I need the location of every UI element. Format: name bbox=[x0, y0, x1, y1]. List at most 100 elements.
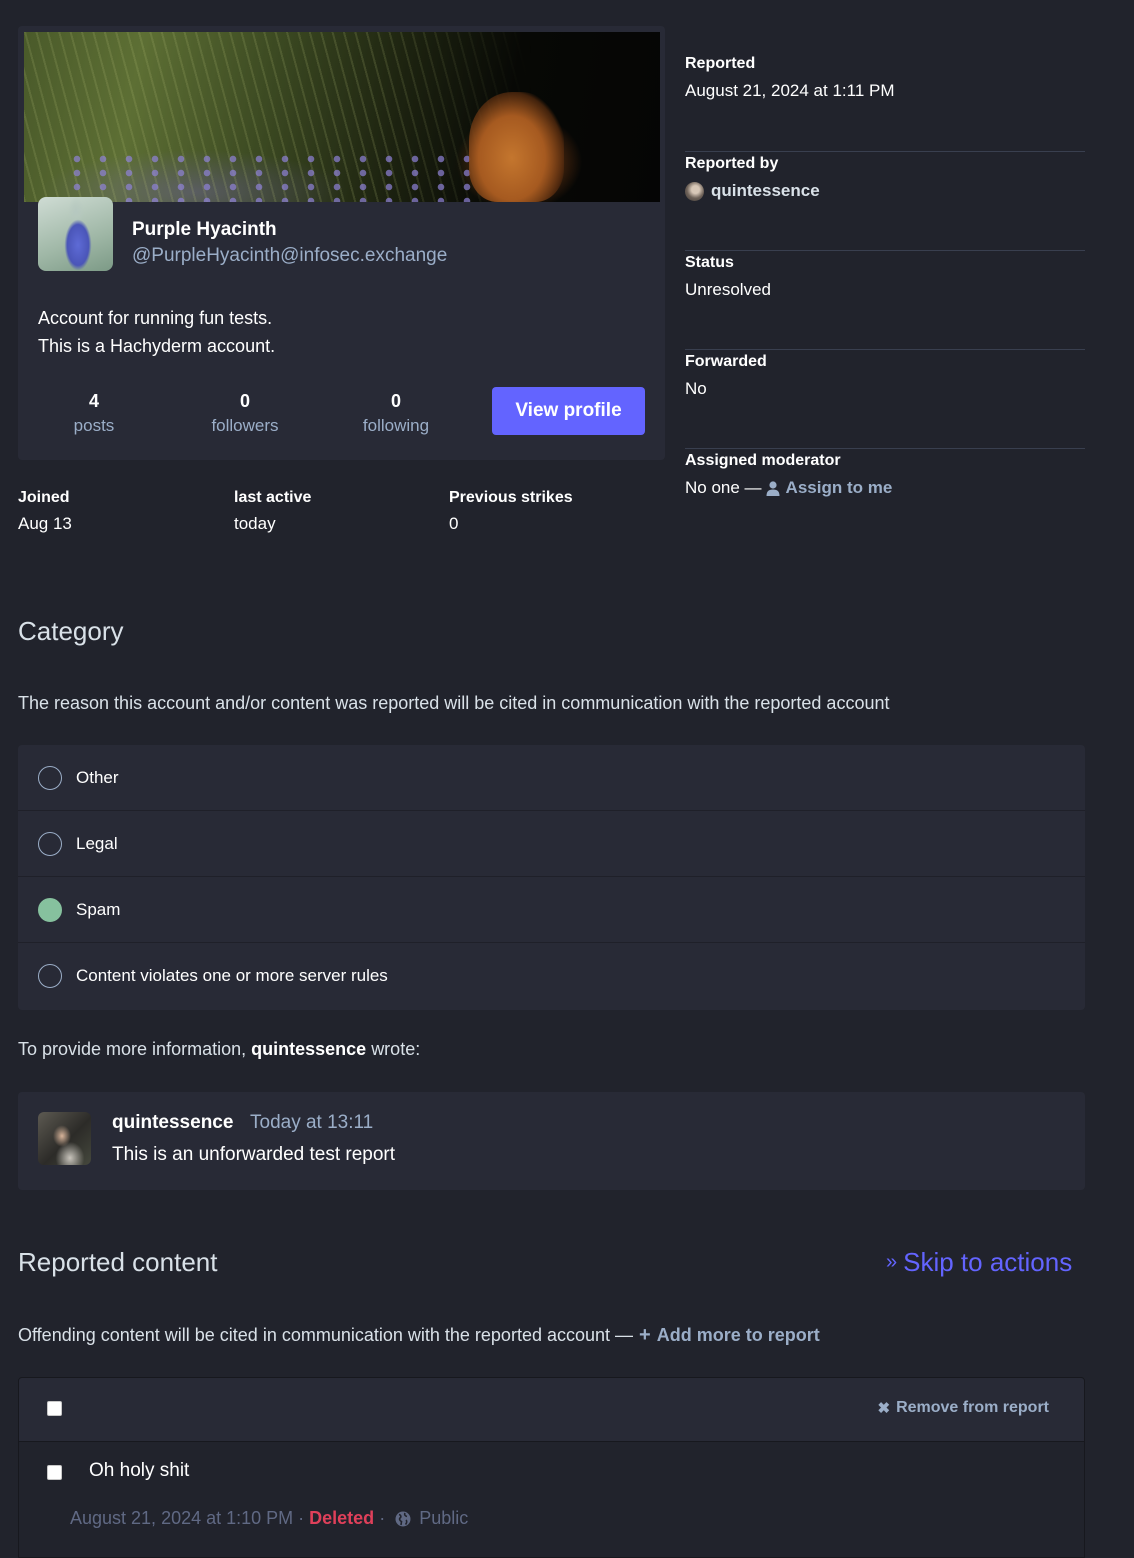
separator: · bbox=[379, 1508, 386, 1528]
comment-avatar[interactable] bbox=[38, 1112, 91, 1165]
meta-label: Previous strikes bbox=[449, 489, 573, 506]
offending-description: Offending content will be cited in commu… bbox=[18, 1324, 820, 1347]
radio-button-checked[interactable] bbox=[38, 897, 62, 922]
account-avatar[interactable] bbox=[38, 197, 113, 271]
info-reported-by: Reported by quintessence bbox=[685, 152, 1085, 251]
comment-intro-prefix: To provide more information, bbox=[18, 1039, 247, 1059]
assigned-moderator-value: No one — bbox=[685, 478, 762, 497]
comment-author[interactable]: quintessence bbox=[112, 1112, 233, 1134]
category-label: Legal bbox=[76, 833, 118, 853]
radio-button[interactable] bbox=[38, 831, 62, 856]
view-profile-button[interactable]: View profile bbox=[492, 387, 645, 435]
report-info: Reported August 21, 2024 at 1:11 PM Repo… bbox=[685, 52, 1085, 549]
reported-content-title: Reported content bbox=[18, 1247, 218, 1277]
category-description: The reason this account and/or content w… bbox=[18, 693, 890, 713]
comment-time: Today at 13:11 bbox=[250, 1112, 374, 1133]
bio-line: This is a Hachyderm account. bbox=[38, 336, 276, 356]
status-checkbox[interactable] bbox=[47, 1465, 62, 1480]
meta-label: last active bbox=[234, 489, 312, 506]
info-value: Unresolved bbox=[685, 280, 771, 299]
reporter-link[interactable]: quintessence bbox=[711, 176, 820, 206]
comment-intro-author: quintessence bbox=[251, 1039, 367, 1059]
category-option-spam[interactable]: Spam bbox=[18, 877, 1085, 943]
assign-to-me-link[interactable]: Assign to me bbox=[762, 473, 893, 503]
report-page: Purple Hyacinth @PurpleHyacinth@infosec.… bbox=[0, 0, 1134, 1558]
info-value: August 21, 2024 at 1:11 PM bbox=[685, 81, 895, 100]
meta-value: Aug 13 bbox=[18, 514, 72, 533]
radio-button[interactable] bbox=[38, 765, 62, 790]
meta-joined: Joined Aug 13 bbox=[18, 487, 72, 539]
meta-value: today bbox=[234, 514, 276, 533]
category-option-legal[interactable]: Legal bbox=[18, 811, 1085, 877]
meta-label: Joined bbox=[18, 489, 70, 506]
info-label: Assigned moderator bbox=[685, 452, 841, 469]
stat-value: 0 bbox=[239, 391, 250, 411]
skip-to-actions-link[interactable]: » Skip to actions bbox=[886, 1247, 1072, 1278]
add-more-to-report-link[interactable]: + Add more to report bbox=[639, 1324, 820, 1347]
status-date-link[interactable]: August 21, 2024 at 1:10 PM bbox=[70, 1508, 293, 1529]
info-value: No one — Assign to me bbox=[685, 473, 1085, 503]
stat-label: followers bbox=[211, 416, 279, 435]
stat-following: 0 following bbox=[320, 389, 472, 439]
meta-previous-strikes: Previous strikes 0 bbox=[449, 487, 573, 539]
plus-icon: + bbox=[639, 1324, 651, 1346]
stat-label: following bbox=[362, 416, 430, 435]
skip-to-actions-label: Skip to actions bbox=[903, 1247, 1073, 1277]
info-value: No bbox=[685, 379, 707, 398]
category-label: Other bbox=[76, 767, 119, 787]
comment-text: This is an unforwarded test report bbox=[112, 1144, 396, 1165]
status-row: Oh holy shit bbox=[19, 1442, 1084, 1557]
stat-value: 0 bbox=[390, 391, 401, 411]
category-option-violation[interactable]: Content violates one or more server rule… bbox=[18, 943, 1085, 1009]
status-content: Oh holy shit bbox=[89, 1460, 190, 1481]
double-chevron-down-icon: » bbox=[886, 1251, 898, 1273]
stat-value: 4 bbox=[88, 391, 99, 411]
stat-followers: 0 followers bbox=[169, 389, 321, 439]
reporter-avatar[interactable] bbox=[685, 181, 704, 201]
reported-statuses-table: ✖ Remove from report Oh holy shit bbox=[18, 1377, 1085, 1558]
table-header: ✖ Remove from report bbox=[19, 1378, 1084, 1442]
select-all-checkbox[interactable] bbox=[47, 1401, 62, 1416]
user-icon bbox=[766, 480, 780, 496]
radio-button[interactable] bbox=[38, 964, 62, 988]
stat-label: posts bbox=[73, 416, 115, 435]
bio-line: Account for running fun tests. bbox=[38, 308, 273, 328]
category-label: Content violates one or more server rule… bbox=[76, 966, 388, 985]
info-value: quintessence bbox=[685, 176, 1085, 206]
close-icon: ✖ bbox=[877, 1400, 891, 1417]
account-handle[interactable]: @PurpleHyacinth@infosec.exchange bbox=[132, 245, 447, 267]
account-card: Purple Hyacinth @PurpleHyacinth@infosec.… bbox=[18, 26, 665, 460]
visibility-label: Public bbox=[419, 1508, 469, 1528]
stat-posts: 4 posts bbox=[18, 389, 170, 439]
category-option-other[interactable]: Other bbox=[18, 745, 1085, 811]
info-reported: Reported August 21, 2024 at 1:11 PM bbox=[685, 52, 1085, 152]
meta-last-active: last active today bbox=[234, 487, 311, 539]
remove-from-report-button[interactable]: ✖ Remove from report bbox=[878, 1399, 1050, 1417]
status-meta: August 21, 2024 at 1:10 PM · Deleted · P… bbox=[70, 1508, 468, 1529]
remove-from-report-label: Remove from report bbox=[896, 1399, 1049, 1416]
info-label: Status bbox=[685, 254, 734, 271]
info-label: Reported bbox=[685, 55, 756, 72]
info-forwarded: Forwarded No bbox=[685, 350, 1085, 449]
comment-intro-suffix: wrote: bbox=[371, 1039, 421, 1059]
header-fox bbox=[469, 92, 564, 202]
globe-icon bbox=[395, 1511, 411, 1526]
report-comment: quintessence Today at 13:11 This is an u… bbox=[18, 1092, 1085, 1190]
account-display-name[interactable]: Purple Hyacinth bbox=[132, 219, 277, 241]
meta-value: 0 bbox=[449, 514, 459, 533]
info-assigned-moderator: Assigned moderator No one — Assign to me bbox=[685, 449, 1085, 549]
add-more-label: Add more to report bbox=[656, 1325, 820, 1345]
separator: · bbox=[298, 1508, 305, 1528]
category-title: Category bbox=[18, 616, 124, 646]
info-status: Status Unresolved bbox=[685, 251, 1085, 350]
info-label: Reported by bbox=[685, 155, 779, 172]
comment-intro: To provide more information, quintessenc… bbox=[18, 1039, 420, 1060]
category-list: Other Legal Spam Content violates one or… bbox=[18, 745, 1085, 1010]
account-bio: Account for running fun tests. This is a… bbox=[38, 304, 275, 360]
info-label: Forwarded bbox=[685, 353, 767, 370]
deleted-badge: Deleted bbox=[309, 1508, 375, 1528]
header-flowers bbox=[64, 152, 484, 202]
assign-to-me-label: Assign to me bbox=[785, 478, 893, 497]
account-stats: 4 posts 0 followers 0 following bbox=[18, 389, 488, 439]
account-header-image bbox=[24, 32, 660, 202]
